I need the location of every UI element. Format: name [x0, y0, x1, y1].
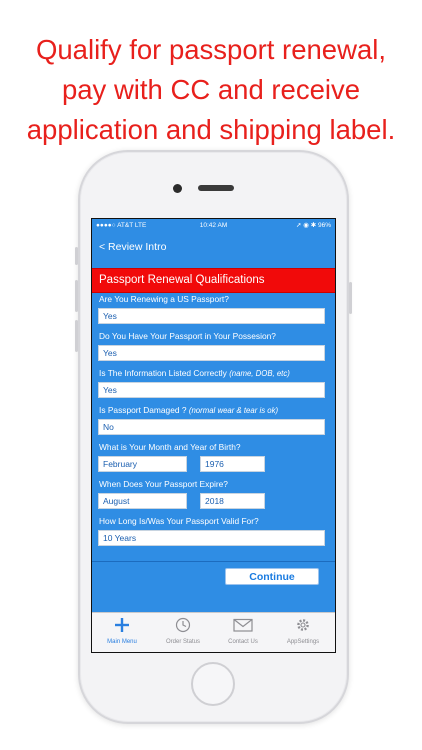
home-button[interactable] — [191, 662, 235, 706]
form-footer: Continue — [92, 562, 335, 612]
question-damaged: Is Passport Damaged ? (normal wear & tea… — [99, 405, 278, 415]
volume-down-button — [75, 320, 78, 352]
clock-icon — [175, 617, 191, 633]
gear-icon — [297, 619, 309, 631]
question-renewing-us: Are You Renewing a US Passport? — [99, 294, 229, 304]
continue-button[interactable]: Continue — [225, 568, 319, 585]
section-title: Passport Renewal Qualifications — [99, 274, 265, 286]
status-bar: ●●●●○ AT&T LTE 10:42 AM ➚ ◉ ✱ 96% — [92, 219, 335, 233]
possession-select[interactable]: Yes — [98, 345, 325, 361]
mute-switch — [75, 247, 78, 265]
damaged-hint: (normal wear & tear is ok) — [188, 406, 279, 415]
renewing-us-select[interactable]: Yes — [98, 308, 325, 324]
tab-order-status[interactable]: Order Status — [153, 613, 213, 652]
question-expiration: When Does Your Passport Expire? — [99, 479, 228, 489]
info-correct-label: Is The Information Listed Correctly — [99, 368, 227, 378]
birth-month-select[interactable]: February — [98, 456, 187, 472]
damaged-label: Is Passport Damaged ? — [99, 405, 187, 415]
tab-label-contact-us: Contact Us — [228, 639, 258, 645]
tab-app-settings[interactable]: AppSettings — [273, 613, 333, 652]
headline-line-1: Qualify for passport renewal, — [35, 34, 387, 65]
question-possession: Do You Have Your Passport in Your Posses… — [99, 331, 276, 341]
phone-frame: ●●●●○ AT&T LTE 10:42 AM ➚ ◉ ✱ 96% < Revi… — [75, 150, 352, 724]
validity-select[interactable]: 10 Years — [98, 530, 325, 546]
info-correct-hint: (name, DOB, etc) — [229, 369, 290, 378]
promo-headline: Qualify for passport renewal, pay with C… — [0, 30, 422, 150]
back-button[interactable]: < Review Intro — [99, 241, 166, 253]
headline-line-3: application and shipping label. — [26, 114, 396, 145]
tab-label-main-menu: Main Menu — [107, 639, 137, 645]
phone-screen: ●●●●○ AT&T LTE 10:42 AM ➚ ◉ ✱ 96% < Revi… — [91, 218, 336, 653]
expire-month-select[interactable]: August — [98, 493, 187, 509]
question-birth-date: What is Your Month and Year of Birth? — [99, 442, 241, 452]
envelope-icon — [233, 618, 253, 632]
damaged-select[interactable]: No — [98, 419, 325, 435]
form-content: Passport Renewal Qualifications Are You … — [92, 263, 335, 612]
question-validity: How Long Is/Was Your Passport Valid For? — [99, 516, 259, 526]
expire-year-select[interactable]: 2018 — [200, 493, 265, 509]
tab-bar: Main Menu Order Status Contact Us AppSet… — [92, 612, 335, 652]
birth-year-select[interactable]: 1976 — [200, 456, 265, 472]
plus-icon — [115, 618, 129, 632]
tab-contact-us[interactable]: Contact Us — [213, 613, 273, 652]
tab-label-order-status: Order Status — [165, 639, 200, 645]
info-correct-select[interactable]: Yes — [98, 382, 325, 398]
question-info-correct: Is The Information Listed Correctly (nam… — [99, 368, 290, 378]
front-camera — [173, 184, 182, 193]
battery-status: ➚ ◉ ✱ 96% — [296, 222, 331, 229]
power-button — [349, 282, 352, 314]
headline-line-2: pay with CC and receive — [61, 74, 361, 105]
navigation-bar: < Review Intro — [92, 233, 335, 263]
tab-main-menu[interactable]: Main Menu — [92, 613, 152, 652]
volume-up-button — [75, 280, 78, 312]
tab-label-app-settings: AppSettings — [286, 639, 320, 645]
earpiece-speaker — [198, 185, 234, 191]
section-header: Passport Renewal Qualifications — [92, 268, 335, 293]
